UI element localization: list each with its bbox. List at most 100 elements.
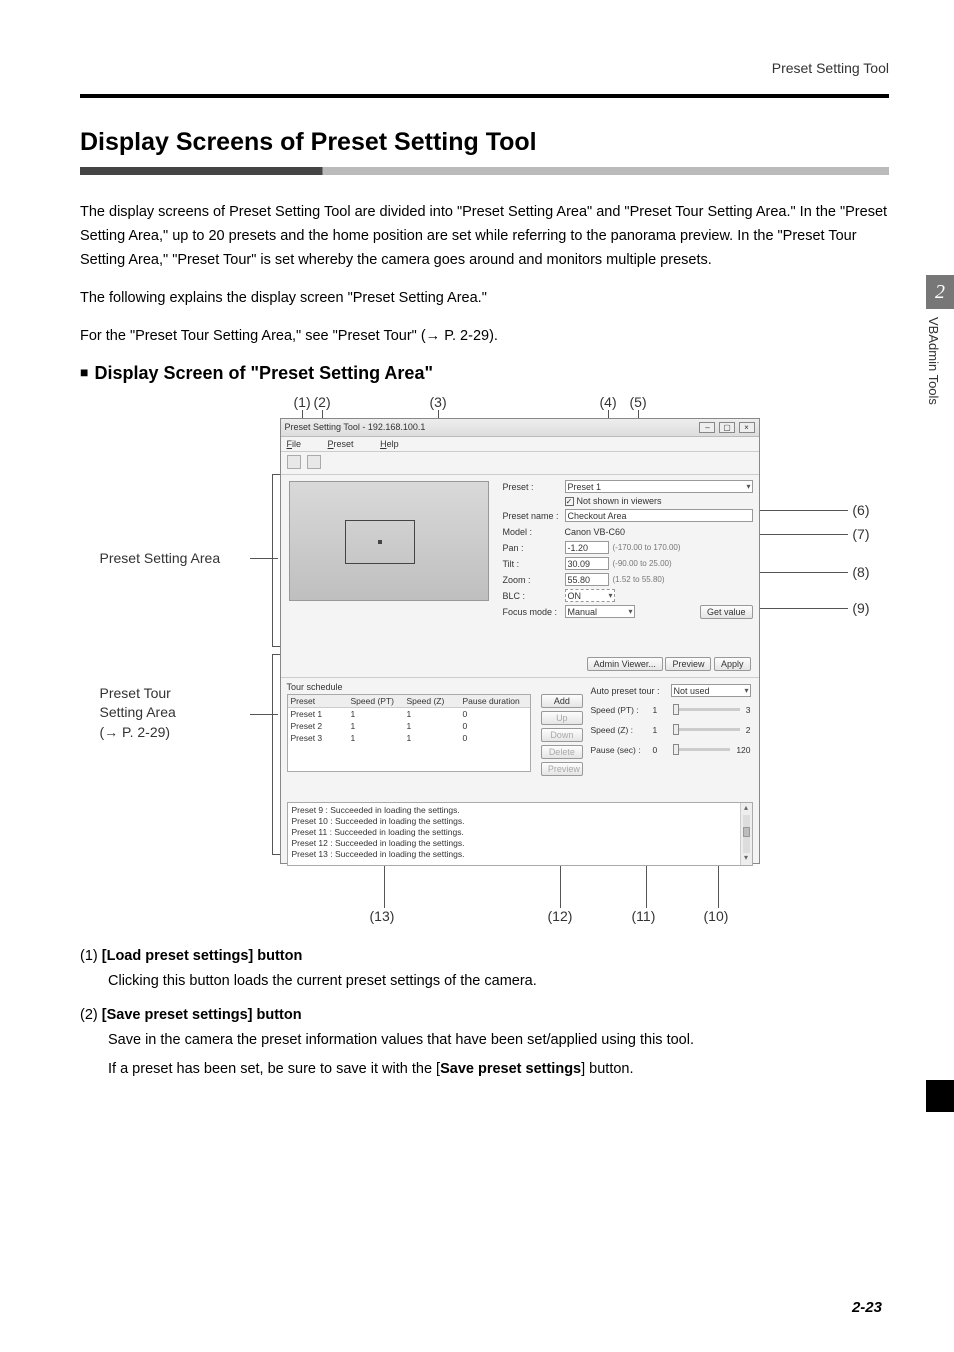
side-tab: 2 VBAdmin Tools	[926, 275, 954, 405]
bracket-b-t	[272, 654, 280, 655]
table-row[interactable]: Preset 1110	[288, 708, 531, 720]
tour-buttons: Add Up Down Delete Preview	[537, 678, 586, 798]
log-line: Preset 9 : Succeeded in loading the sett…	[292, 805, 748, 816]
blc-combo[interactable]: ON	[565, 589, 615, 602]
menu-file[interactable]: File	[287, 439, 314, 449]
tilt-input[interactable]: 30.09	[565, 557, 609, 570]
zoom-label: Zoom :	[503, 575, 565, 585]
speed-pt-max: 3	[746, 705, 751, 715]
pan-input[interactable]: -1.20	[565, 541, 609, 554]
def-2: (2) [Save preset settings] button Save i…	[80, 1007, 889, 1081]
menu-help[interactable]: Help	[380, 439, 411, 449]
tour-schedule-panel: Tour schedule Preset Speed (PT) Speed (Z…	[281, 678, 538, 798]
panorama-preview[interactable]	[289, 481, 489, 601]
page-title: Display Screens of Preset Setting Tool	[80, 128, 889, 157]
menu-preset[interactable]: Preset	[328, 439, 366, 449]
preset-label: Preset :	[503, 482, 565, 492]
pan-range: (-170.00 to 170.00)	[613, 543, 681, 552]
bracket-a	[272, 474, 273, 646]
annotated-figure: (1) (2) (3) (4) (5) (6) (7) (8) (9) Pres…	[100, 394, 870, 924]
log-line: Preset 11 : Succeeded in loading the set…	[292, 827, 748, 838]
up-button[interactable]: Up	[541, 711, 583, 725]
speed-pt-slider[interactable]	[673, 708, 740, 711]
preset-frame[interactable]	[345, 520, 415, 564]
callout-10: (10)	[704, 908, 729, 924]
blc-label: BLC :	[503, 591, 565, 601]
pause-max: 120	[736, 745, 750, 755]
minimize-icon[interactable]: –	[699, 422, 715, 433]
intro-para-2: The following explains the display scree…	[80, 287, 889, 311]
scroll-up-icon[interactable]: ▴	[741, 803, 752, 815]
titlebar[interactable]: Preset Setting Tool - 192.168.100.1 – ▢ …	[281, 419, 759, 437]
leader-9	[760, 608, 848, 609]
leader-8	[760, 572, 848, 573]
zoom-input[interactable]: 55.80	[565, 573, 609, 586]
maximize-icon[interactable]: ▢	[719, 422, 735, 433]
log-line: Preset 10 : Succeeded in loading the set…	[292, 816, 748, 827]
scrollbar[interactable]: ▴ ▾	[740, 803, 752, 865]
section-heading: ■Display Screen of "Preset Setting Area"	[80, 363, 889, 384]
auto-tour-combo[interactable]: Not used	[671, 684, 751, 697]
preset-tool-window: Preset Setting Tool - 192.168.100.1 – ▢ …	[280, 418, 760, 864]
leader-b	[250, 714, 278, 715]
preset-name-input[interactable]: Checkout Area	[565, 509, 753, 522]
rule-top	[80, 94, 889, 98]
log-panel: Preset 9 : Succeeded in loading the sett…	[287, 802, 753, 866]
delete-button[interactable]: Delete	[541, 745, 583, 759]
table-row[interactable]: Preset 2110	[288, 720, 531, 732]
page-number: 2-23	[852, 1299, 882, 1316]
get-value-button[interactable]: Get value	[700, 605, 753, 619]
speed-z-max: 2	[746, 725, 751, 735]
callout-preset-setting-area: Preset Setting Area	[100, 549, 250, 569]
def-2-text-a: Save in the camera the preset informatio…	[108, 1029, 889, 1052]
callout-4: (4)	[600, 394, 617, 410]
window-buttons[interactable]: – ▢ ×	[698, 422, 754, 433]
scroll-thumb[interactable]	[743, 827, 750, 837]
speed-z-slider[interactable]	[673, 728, 740, 731]
close-icon[interactable]: ×	[739, 422, 755, 433]
preset-name-label: Preset name :	[503, 511, 565, 521]
chapter-number: 2	[926, 275, 954, 309]
focus-combo[interactable]: Manual	[565, 605, 635, 618]
add-button[interactable]: Add	[541, 694, 583, 708]
apply-button[interactable]: Apply	[714, 657, 751, 671]
leader-6	[760, 510, 848, 511]
rule-heading	[80, 167, 889, 175]
load-preset-icon[interactable]	[287, 455, 301, 469]
tour-sliders: Auto preset tour : Not used Speed (PT) :…	[587, 678, 759, 798]
model-value: Canon VB-C60	[565, 527, 753, 537]
scroll-down-icon[interactable]: ▾	[741, 853, 752, 865]
not-shown-checkbox[interactable]: ✓Not shown in viewers	[565, 496, 662, 506]
def-1-text: Clicking this button loads the current p…	[108, 970, 889, 993]
header-tool-name: Preset Setting Tool	[80, 60, 889, 76]
tilt-label: Tilt :	[503, 559, 565, 569]
down-button[interactable]: Down	[541, 728, 583, 742]
pause-slider[interactable]	[673, 748, 731, 751]
auto-tour-label: Auto preset tour :	[591, 686, 671, 696]
tour-schedule-table[interactable]: Preset Speed (PT) Speed (Z) Pause durati…	[287, 694, 532, 772]
tour-preview-button[interactable]: Preview	[541, 762, 583, 776]
definitions: (1) [Load preset settings] button Clicki…	[80, 948, 889, 1082]
preview-button[interactable]: Preview	[665, 657, 711, 671]
callout-6: (6)	[852, 502, 869, 518]
col-preset: Preset	[288, 695, 348, 707]
tilt-range: (-90.00 to 25.00)	[613, 559, 672, 568]
table-row[interactable]: Preset 3110	[288, 732, 531, 744]
window-title: Preset Setting Tool - 192.168.100.1	[285, 422, 426, 432]
def-1: (1) [Load preset settings] button Clicki…	[80, 948, 889, 993]
callout-preset-tour-area: Preset Tour Setting Area (→ P. 2-29)	[100, 684, 250, 743]
bracket-a-b	[272, 646, 280, 647]
save-preset-icon[interactable]	[307, 455, 321, 469]
pause-value: 0	[653, 745, 667, 755]
callout-7: (7)	[852, 526, 869, 542]
intro-para-1: The display screens of Preset Setting To…	[80, 201, 889, 273]
leader-7	[760, 534, 848, 535]
callout-11: (11)	[632, 908, 656, 924]
log-line: Preset 13 : Succeeded in loading the set…	[292, 849, 748, 860]
action-button-row: Admin Viewer... Preview Apply	[281, 653, 759, 678]
preset-combo[interactable]: Preset 1	[565, 480, 753, 493]
speed-pt-label: Speed (PT) :	[591, 705, 653, 715]
admin-viewer-button[interactable]: Admin Viewer...	[587, 657, 663, 671]
col-pause: Pause duration	[460, 695, 531, 707]
bracket-a-t	[272, 474, 280, 475]
